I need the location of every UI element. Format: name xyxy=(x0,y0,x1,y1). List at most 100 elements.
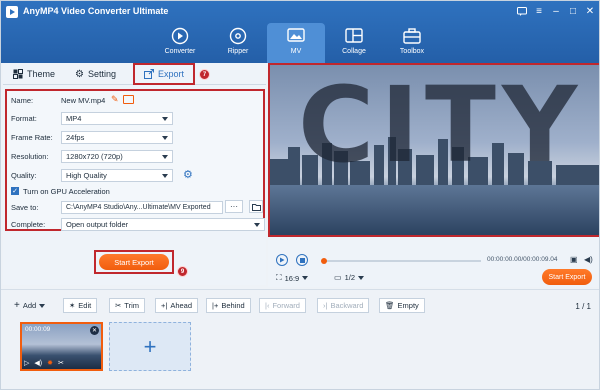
add-clip-slot[interactable]: + xyxy=(109,322,191,371)
complete-action-select[interactable]: Open output folder xyxy=(61,217,265,231)
rename-icon[interactable] xyxy=(123,95,134,104)
clip-volume-icon[interactable]: ◀) xyxy=(34,359,42,367)
nav-toolbox[interactable]: Toolbox xyxy=(383,23,441,63)
format-select[interactable]: MP4 xyxy=(61,111,173,125)
close-icon[interactable]: ✕ xyxy=(583,4,597,18)
chevron-down-icon xyxy=(162,116,168,121)
clip-timeline: 00:00:09 ✕ ▷ ◀) ✸ ✂ + xyxy=(1,315,599,389)
resolution-value: 1280x720 (720p) xyxy=(66,151,123,161)
clip-remove-icon[interactable]: ✕ xyxy=(90,326,99,335)
empty-button[interactable]: 🗑 Empty xyxy=(379,298,425,313)
preview-start-export-button[interactable]: Start Export xyxy=(542,269,592,285)
quality-select[interactable]: High Quality xyxy=(61,168,173,182)
trim-button[interactable]: ✂ Trim xyxy=(109,298,146,313)
browse-button[interactable]: ··· xyxy=(225,200,243,213)
preview-frame: CITY xyxy=(268,63,599,237)
add-button[interactable]: + Add xyxy=(9,298,50,313)
video-preview: CITY xyxy=(270,65,599,235)
page-select[interactable]: ▭ 1/2 xyxy=(334,273,364,282)
tab-export[interactable]: Export xyxy=(133,63,195,85)
save-path-field[interactable]: C:\AnyMP4 Studio\Any...Ultimate\MV Expor… xyxy=(61,200,223,214)
nav-collage[interactable]: Collage xyxy=(325,23,383,63)
save-to-label: Save to: xyxy=(11,202,39,212)
frame-rate-label: Frame Rate: xyxy=(11,132,53,142)
resolution-select[interactable]: 1280x720 (720p) xyxy=(61,149,173,163)
title-bar: AnyMP4 Video Converter Ultimate ≡ – □ ✕ xyxy=(1,1,599,23)
ahead-button[interactable]: +| Ahead xyxy=(155,298,199,313)
name-value: New MV.mp4 xyxy=(61,95,106,105)
stop-button[interactable] xyxy=(296,254,308,266)
trash-icon: 🗑 xyxy=(385,301,395,310)
chevron-down-icon xyxy=(39,303,46,308)
forward-button[interactable]: |‹ Forward xyxy=(259,298,306,313)
nav-collage-label: Collage xyxy=(342,48,366,55)
frame-rate-select[interactable]: 24fps xyxy=(61,130,173,144)
step-badge-7: 7 xyxy=(199,69,210,80)
save-to-row: Save to: C:\AnyMP4 Studio\Any...Ultimate… xyxy=(11,200,263,214)
format-label: Format: xyxy=(11,113,37,123)
folder-icon xyxy=(251,203,261,211)
play-button[interactable] xyxy=(276,254,288,266)
start-export-highlight: Start Export xyxy=(94,250,174,274)
stop-icon xyxy=(299,257,305,263)
water-reflection xyxy=(270,185,599,235)
nav-mv[interactable]: MV xyxy=(267,23,325,63)
menu-icon[interactable]: ≡ xyxy=(532,4,546,18)
tab-setting-label: Setting xyxy=(87,69,117,79)
progress-bar[interactable] xyxy=(324,260,481,262)
nav-ripper[interactable]: Ripper xyxy=(209,23,267,63)
tab-theme[interactable]: Theme xyxy=(3,63,65,85)
scissors-icon: ✂ xyxy=(115,301,122,310)
save-path-value: C:\AnyMP4 Studio\Any...Ultimate\MV Expor… xyxy=(66,203,211,211)
behind-label: Behind xyxy=(221,301,245,310)
aspect-ratio-select[interactable]: ⛶ 16:9 xyxy=(276,273,309,283)
tab-theme-label: Theme xyxy=(27,69,56,79)
timecode: 00:00:00.00/00:00:09.04 xyxy=(487,256,558,263)
add-label: Add xyxy=(22,301,37,310)
edit-button[interactable]: ✶ Edit xyxy=(63,298,98,313)
maximize-icon[interactable]: □ xyxy=(566,4,580,18)
feedback-icon[interactable] xyxy=(515,4,529,18)
window-controls: ≡ – □ ✕ xyxy=(515,4,597,18)
plus-icon: + xyxy=(14,300,20,311)
open-folder-button[interactable] xyxy=(249,200,263,213)
quality-value: High Quality xyxy=(66,170,107,180)
format-row: Format: MP4 xyxy=(11,111,261,125)
clip-play-icon[interactable]: ▷ xyxy=(24,359,29,367)
ahead-label: Ahead xyxy=(170,301,193,310)
name-label: Name: xyxy=(11,95,34,105)
behind-button[interactable]: |+ Behind xyxy=(206,298,251,313)
more-icon: ··· xyxy=(230,202,238,211)
clip-effect-icon[interactable]: ✸ xyxy=(47,359,53,367)
backward-button[interactable]: ›| Backward xyxy=(317,298,370,313)
chevron-down-icon xyxy=(162,173,168,178)
export-settings-box: Name: New MV.mp4 ✎ Format: MP4 Frame Rat… xyxy=(5,89,265,231)
progress-handle[interactable] xyxy=(321,258,327,264)
gear-icon: ⚙ xyxy=(75,68,84,80)
gpu-checkbox[interactable]: ✓ xyxy=(11,187,19,195)
quality-settings-gear-icon[interactable]: ⚙ xyxy=(183,168,193,181)
clip-thumbnail[interactable]: 00:00:09 ✕ ▷ ◀) ✸ ✂ xyxy=(20,322,103,371)
start-export-button[interactable]: Start Export xyxy=(99,254,169,270)
disc-icon xyxy=(229,27,247,45)
volume-icon[interactable]: ◀) xyxy=(584,255,593,264)
chevron-down-icon xyxy=(254,222,260,227)
app-logo-icon xyxy=(6,6,18,18)
quality-label: Quality: xyxy=(11,170,37,180)
clip-actions: ▷ ◀) ✸ ✂ xyxy=(24,359,64,367)
tab-setting[interactable]: ⚙ Setting xyxy=(65,63,126,85)
aspect-ratio-value: 16:9 xyxy=(284,273,300,283)
nav-ripper-label: Ripper xyxy=(227,48,249,55)
chevron-down-icon xyxy=(358,275,364,280)
collage-icon xyxy=(345,27,363,45)
edit-name-icon[interactable]: ✎ xyxy=(111,94,119,105)
resolution-label: Resolution: xyxy=(11,151,49,161)
chevron-down-icon xyxy=(162,135,168,140)
gpu-label: Turn on GPU Acceleration xyxy=(23,186,110,196)
clip-trim-icon[interactable]: ✂ xyxy=(58,359,64,367)
minimize-icon[interactable]: – xyxy=(549,4,563,18)
camera-icon[interactable]: ▣ xyxy=(570,255,578,264)
nav-converter[interactable]: Converter xyxy=(151,23,209,63)
complete-label: Complete: xyxy=(11,219,46,229)
mv-icon xyxy=(287,27,305,45)
